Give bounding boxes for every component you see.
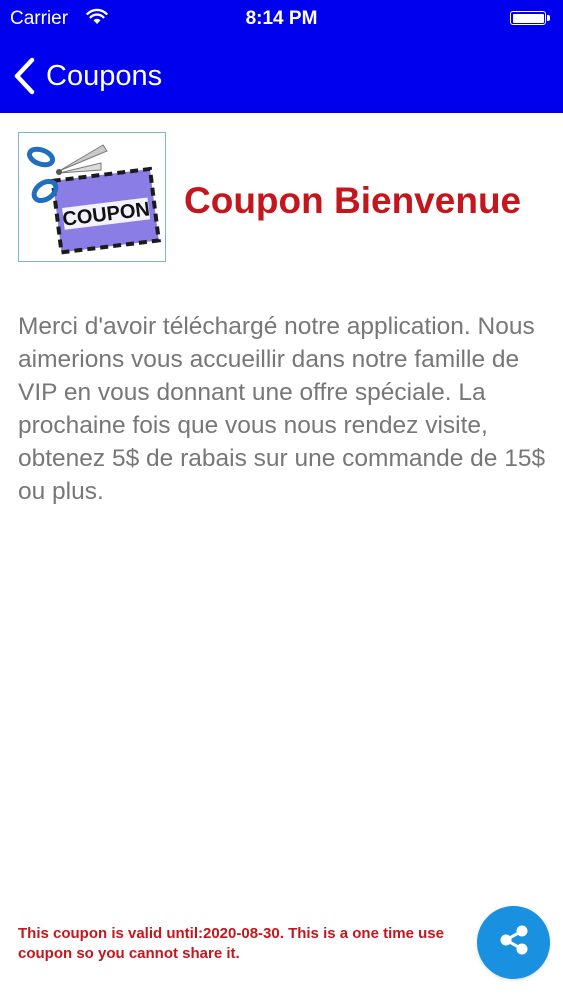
battery-fill	[512, 13, 544, 23]
share-icon	[494, 920, 534, 965]
status-bar: Carrier 8:14 PM	[0, 0, 563, 40]
navigation-bar: Coupons	[0, 40, 563, 113]
validity-note: This coupon is valid until:2020-08-30. T…	[18, 925, 444, 962]
status-time: 8:14 PM	[245, 8, 318, 29]
coupon-image: COUPON	[18, 132, 166, 262]
back-button[interactable]: Coupons	[10, 56, 162, 96]
battery-icon	[510, 11, 550, 25]
back-label: Coupons	[46, 59, 163, 92]
top-bar: Carrier 8:14 PM Coupons	[0, 0, 563, 113]
chevron-left-icon	[10, 56, 38, 96]
coupon-description: Merci d'avoir téléchargé notre applicati…	[18, 313, 546, 505]
battery-tip	[547, 15, 550, 21]
coupon-title: Coupon Bienvenue	[184, 180, 522, 221]
share-button[interactable]	[477, 906, 550, 979]
